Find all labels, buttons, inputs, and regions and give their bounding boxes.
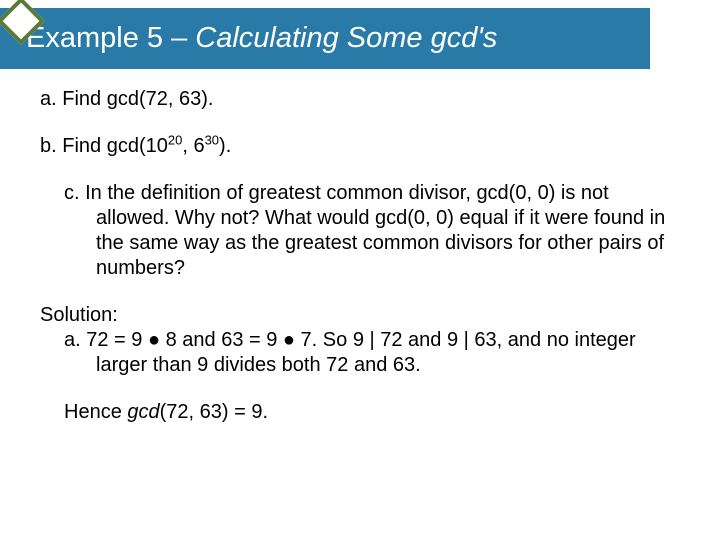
item-b-sup2: 30 xyxy=(205,132,219,147)
item-b-prefix: Find gcd(10 xyxy=(57,135,168,157)
hence-suffix: (72, 63) = 9. xyxy=(160,401,268,423)
solution-hence: Hence gcd(72, 63) = 9. xyxy=(40,400,680,425)
title-italic: Calculating Some gcd's xyxy=(195,22,497,54)
item-a: a. Find gcd(72, 63). xyxy=(40,87,680,112)
hence-gcd: gcd xyxy=(127,401,159,423)
item-b-label: b. xyxy=(40,135,57,157)
item-c: c. In the definition of greatest common … xyxy=(40,181,680,281)
hence-prefix: Hence xyxy=(64,401,127,423)
slide-content: a. Find gcd(72, 63). b. Find gcd(1020, 6… xyxy=(0,69,720,425)
item-c-label: c. xyxy=(64,182,80,204)
item-b-sup1: 20 xyxy=(168,132,182,147)
item-a-label: a. xyxy=(40,88,57,110)
solution-a-text: 72 = 9 ● 8 and 63 = 9 ● 7. So 9 | 72 and… xyxy=(81,329,636,376)
solution-a-label: a. xyxy=(64,329,81,351)
solution-block: Solution: a. 72 = 9 ● 8 and 63 = 9 ● 7. … xyxy=(40,303,680,425)
item-c-text: In the definition of greatest common div… xyxy=(80,182,666,279)
slide-title: Example 5 – Calculating Some gcd's xyxy=(0,8,650,69)
item-b-mid: , 6 xyxy=(182,135,204,157)
item-b-suffix: ). xyxy=(219,135,231,157)
title-prefix: Example 5 – xyxy=(26,22,195,54)
solution-heading: Solution: xyxy=(40,303,680,328)
item-a-text: Find gcd(72, 63). xyxy=(57,88,214,110)
solution-a: a. 72 = 9 ● 8 and 63 = 9 ● 7. So 9 | 72 … xyxy=(40,328,680,378)
item-b: b. Find gcd(1020, 630). xyxy=(40,134,680,159)
